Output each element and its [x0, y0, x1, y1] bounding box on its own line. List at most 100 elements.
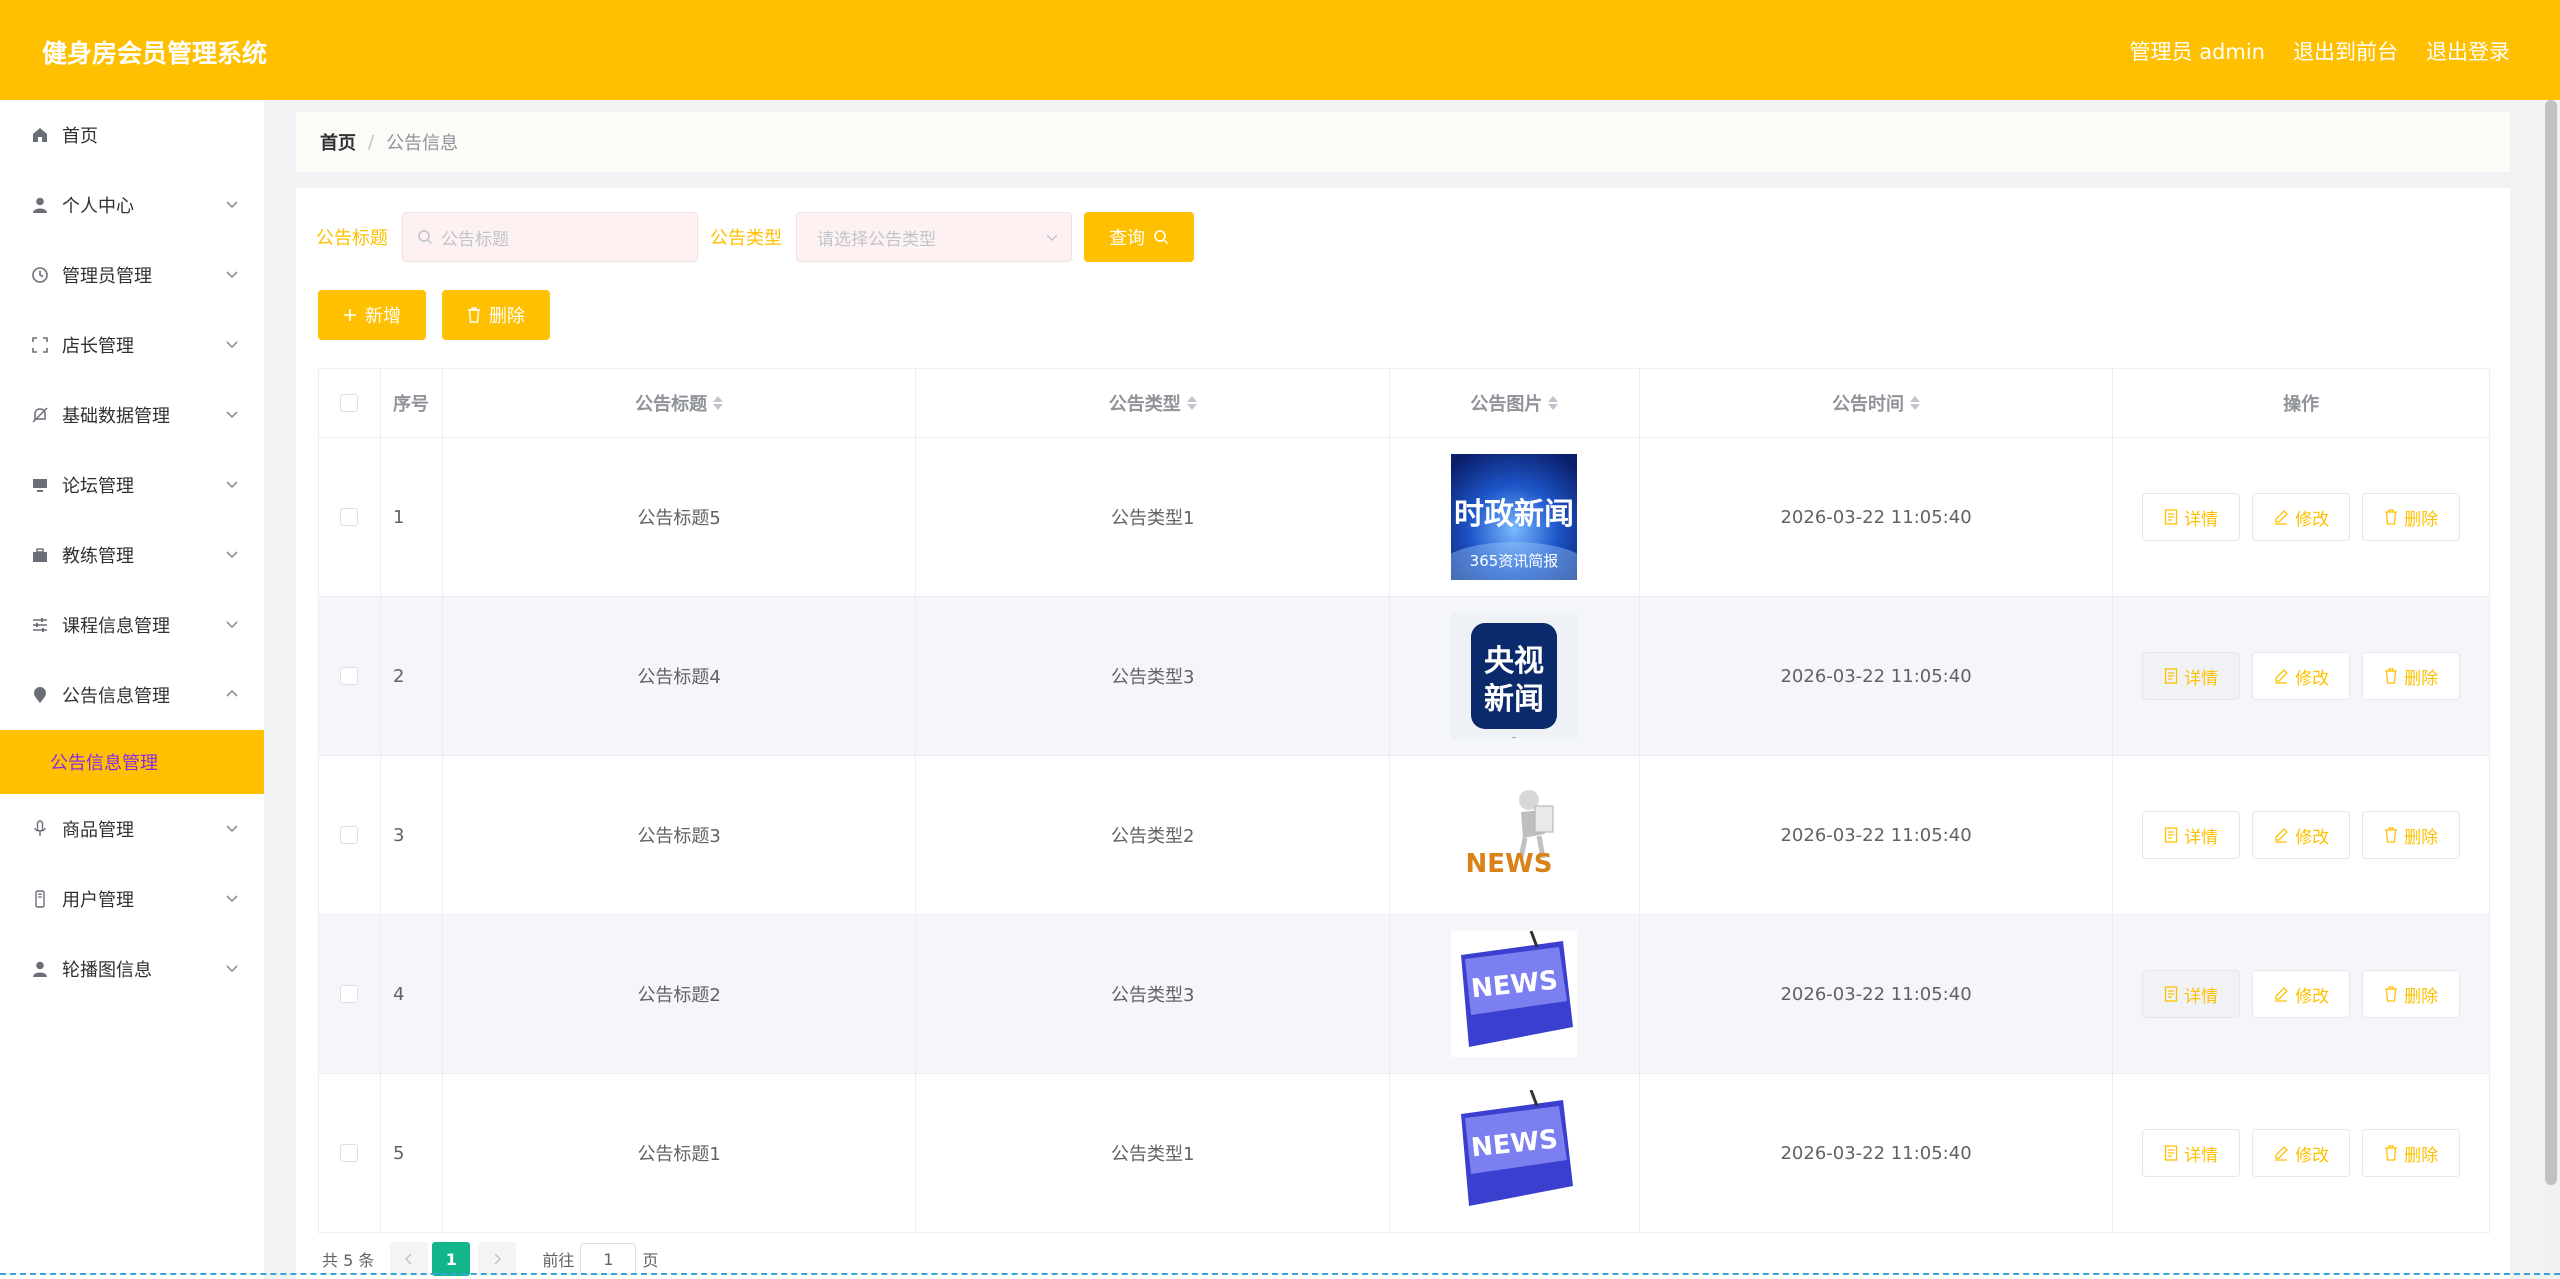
row-image-cell: NEWS: [1390, 1074, 1640, 1232]
delete-button[interactable]: 删除: [2362, 652, 2461, 700]
edit-button[interactable]: 修改: [2252, 811, 2351, 859]
sidebar-item-user-management[interactable]: 用户管理: [0, 864, 264, 934]
row-checkbox-cell: [319, 915, 381, 1073]
notice-image[interactable]: NEWS: [1451, 931, 1578, 1057]
sort-icon[interactable]: [713, 396, 724, 410]
sidebar-item-notice-management[interactable]: 公告信息管理: [0, 660, 264, 730]
sidebar-item-coach-management[interactable]: 教练管理: [0, 520, 264, 590]
chevron-up-icon: [224, 686, 240, 702]
delete-button[interactable]: 删除: [2362, 493, 2461, 541]
row-checkbox[interactable]: [340, 667, 359, 685]
row-type: 公告类型1: [916, 438, 1391, 596]
header-time[interactable]: 公告时间: [1640, 369, 2114, 437]
title-filter-label: 公告标题: [316, 228, 388, 249]
title-search-input[interactable]: 公告标题: [402, 212, 698, 262]
next-page-button[interactable]: [478, 1242, 517, 1276]
notice-image[interactable]: NEWS: [1451, 1090, 1578, 1216]
sidebar-item-basic-data[interactable]: 基础数据管理: [0, 380, 264, 450]
goto-page-input[interactable]: 1: [580, 1243, 637, 1275]
header-type[interactable]: 公告类型: [916, 369, 1391, 437]
breadcrumb-current: 公告信息: [386, 133, 459, 154]
sidebar-item-admin-management[interactable]: 管理员管理: [0, 240, 264, 310]
delete-button-label: 删除: [2404, 1145, 2439, 1166]
notice-image[interactable]: 时政新闻 365资讯简报: [1451, 454, 1578, 580]
row-index: 5: [381, 1074, 443, 1232]
sidebar-item-label: 店长管理: [62, 336, 134, 357]
row-operations: 详情 修改 删除: [2113, 756, 2489, 914]
header-image[interactable]: 公告图片: [1390, 369, 1640, 437]
sidebar-item-personal-center[interactable]: 个人中心: [0, 170, 264, 240]
prev-page-button[interactable]: [390, 1242, 429, 1276]
sidebar-item-label: 用户管理: [62, 890, 134, 911]
row-operations: 详情 修改 删除: [2113, 1074, 2489, 1232]
page-number-button[interactable]: 1: [432, 1242, 471, 1276]
row-checkbox-cell: [319, 438, 381, 596]
sort-icon[interactable]: [1186, 396, 1197, 410]
detail-button[interactable]: 详情: [2142, 970, 2241, 1018]
main-content: 公告标题 公告标题 公告类型 请选择公告类型 查询 新增 删除 序号 公告标题 …: [296, 188, 2510, 1279]
search-icon: [1153, 229, 1169, 245]
document-icon: [2164, 509, 2178, 525]
back-to-front-link[interactable]: 退出到前台: [2293, 36, 2398, 66]
sidebar-subitem-notice-management[interactable]: 公告信息管理: [0, 730, 264, 794]
detail-button[interactable]: 详情: [2142, 493, 2241, 541]
row-time: 2026-03-22 11:05:40: [1640, 1074, 2114, 1232]
sidebar-item-label: 基础数据管理: [62, 406, 170, 427]
row-operations: 详情 修改 删除: [2113, 915, 2489, 1073]
sidebar-item-home[interactable]: 首页: [0, 100, 264, 170]
select-all-checkbox[interactable]: [340, 394, 359, 412]
chevron-down-icon: [224, 266, 240, 282]
delete-button[interactable]: 删除: [2362, 970, 2461, 1018]
svg-text:NEWS: NEWS: [1466, 849, 1553, 879]
batch-delete-button[interactable]: 删除: [442, 290, 550, 340]
sidebar-item-manager-management[interactable]: 店长管理: [0, 310, 264, 380]
chevron-down-icon: [224, 890, 240, 906]
breadcrumb-home[interactable]: 首页: [320, 129, 356, 155]
row-checkbox[interactable]: [340, 826, 359, 844]
row-checkbox[interactable]: [340, 985, 359, 1003]
row-type: 公告类型2: [916, 756, 1391, 914]
location-icon: [30, 685, 50, 705]
sidebar-item-carousel-info[interactable]: 轮播图信息: [0, 934, 264, 1004]
logout-link[interactable]: 退出登录: [2426, 36, 2510, 66]
total-count: 共 5 条: [322, 1251, 375, 1270]
sort-icon[interactable]: [1548, 396, 1559, 410]
header-title[interactable]: 公告标题: [443, 369, 917, 437]
edit-button[interactable]: 修改: [2252, 493, 2351, 541]
detail-button[interactable]: 详情: [2142, 1129, 2241, 1177]
notice-image[interactable]: NEWS: [1451, 772, 1578, 898]
batch-delete-button-label: 删除: [489, 306, 525, 327]
row-checkbox[interactable]: [340, 1144, 359, 1162]
edit-button[interactable]: 修改: [2252, 1129, 2351, 1177]
detail-button[interactable]: 详情: [2142, 811, 2241, 859]
home-icon: [30, 125, 50, 145]
add-button[interactable]: 新增: [318, 290, 426, 340]
delete-button[interactable]: 删除: [2362, 1129, 2461, 1177]
page-scrollbar[interactable]: [2542, 100, 2560, 1279]
title-search-placeholder: 公告标题: [441, 229, 509, 250]
row-time: 2026-03-22 11:05:40: [1640, 756, 2114, 914]
notice-table: 序号 公告标题 公告类型 公告图片 公告时间 操作 1 公告标题5 公告类型1 …: [318, 368, 2490, 1233]
delete-button-label: 删除: [2404, 668, 2439, 689]
detail-button[interactable]: 详情: [2142, 652, 2241, 700]
chevron-down-icon: [224, 406, 240, 422]
phone-icon: [30, 889, 50, 909]
edit-button[interactable]: 修改: [2252, 652, 2351, 700]
query-button[interactable]: 查询: [1084, 212, 1194, 262]
delete-button-label: 删除: [2404, 986, 2439, 1007]
scrollbar-thumb[interactable]: [2545, 100, 2557, 1185]
bottom-divider: [0, 1273, 2560, 1275]
sidebar-item-forum-management[interactable]: 论坛管理: [0, 450, 264, 520]
type-select[interactable]: 请选择公告类型: [796, 212, 1072, 262]
sidebar-item-product-management[interactable]: 商品管理: [0, 794, 264, 864]
sidebar-item-course-info[interactable]: 课程信息管理: [0, 590, 264, 660]
chevron-down-icon: [224, 546, 240, 562]
table-row: 5 公告标题1 公告类型1 NEWS 2026-03-22 11:05:40 详…: [319, 1074, 2489, 1232]
edit-icon: [2273, 986, 2289, 1002]
detail-button-label: 详情: [2184, 986, 2219, 1007]
row-checkbox[interactable]: [340, 508, 359, 526]
notice-image[interactable]: 央视 新闻 央视新闻: [1451, 613, 1578, 739]
delete-button[interactable]: 删除: [2362, 811, 2461, 859]
edit-button[interactable]: 修改: [2252, 970, 2351, 1018]
sort-icon[interactable]: [1910, 396, 1921, 410]
